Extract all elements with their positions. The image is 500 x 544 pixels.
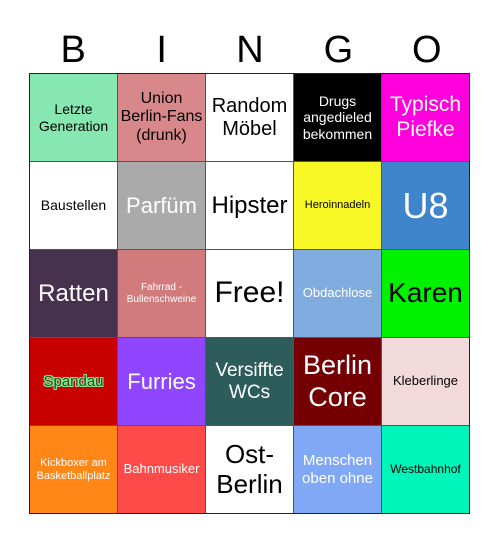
header-letter-g: G [323, 29, 354, 71]
bingo-cell-label: Random Möbel [211, 94, 288, 140]
bingo-grid: Letzte Generation Union Berlin-Fans (drun… [29, 73, 470, 514]
bingo-cell-label: Hipster [211, 191, 288, 219]
bingo-cell-label: Ratten [38, 279, 109, 307]
bingo-cell-label: Heroinnadeln [304, 199, 371, 212]
bingo-cell[interactable]: Westbahnhof [382, 426, 469, 513]
bingo-cell-label: Menschen oben ohne [302, 452, 373, 487]
bingo-cell-label: Kleberlinge [392, 373, 459, 389]
bingo-cell-label: Furries [127, 368, 196, 394]
header-letter-i: I [156, 29, 167, 71]
bingo-cell[interactable]: Spandau [30, 338, 117, 425]
bingo-cell-label: Parfüm [126, 192, 197, 218]
bingo-cell[interactable]: Bahnmusiker [118, 426, 205, 513]
bingo-cell-label: Free! [214, 276, 285, 310]
bingo-cell[interactable]: Obdachlose [294, 250, 381, 337]
bingo-cell[interactable]: Karen [382, 250, 469, 337]
bingo-cell-label: U8 [402, 184, 449, 226]
bingo-cell-label: Letzte Generation [38, 101, 109, 134]
bingo-cell-label: Drugs angedieled bekommen [302, 93, 373, 142]
bingo-cell-label: Berlin Core [302, 350, 373, 412]
bingo-cell-label: Karen [388, 277, 463, 309]
header-letter-n: N [236, 29, 264, 71]
bingo-cell-label: Bahnmusiker [123, 461, 200, 477]
bingo-cell[interactable]: Letzte Generation [30, 74, 117, 161]
header-letter-o: O [412, 29, 442, 71]
header-letter-b: B [60, 29, 86, 71]
bingo-header: B I N G O [29, 28, 471, 72]
bingo-cell[interactable]: Hipster [206, 162, 293, 249]
bingo-cell-label: Baustellen [40, 197, 107, 214]
bingo-cell[interactable]: Versiffte WCs [206, 338, 293, 425]
bingo-cell[interactable]: Baustellen [30, 162, 117, 249]
bingo-cell[interactable]: U8 [382, 162, 469, 249]
bingo-cell[interactable]: Ost-Berlin [206, 426, 293, 513]
bingo-cell-label: Spandau [43, 372, 104, 390]
bingo-cell[interactable]: Drugs angedieled bekommen [294, 74, 381, 161]
bingo-cell[interactable]: Random Möbel [206, 74, 293, 161]
bingo-cell-label: Kickboxer am Basketballplatz [36, 456, 111, 482]
bingo-cell-label: Union Berlin-Fans (drunk) [120, 89, 203, 144]
bingo-cell-label: Ost-Berlin [216, 438, 283, 499]
bingo-cell[interactable]: Heroinnadeln [294, 162, 381, 249]
bingo-cell[interactable]: Parfüm [118, 162, 205, 249]
bingo-cell[interactable]: Ratten [30, 250, 117, 337]
bingo-cell[interactable]: Kickboxer am Basketballplatz [30, 426, 117, 513]
bingo-cell-label: Westbahnhof [390, 461, 461, 476]
bingo-cell[interactable]: Menschen oben ohne [294, 426, 381, 513]
bingo-cell-label: Versiffte WCs [215, 359, 284, 403]
bingo-cell[interactable]: Union Berlin-Fans (drunk) [118, 74, 205, 161]
bingo-cell[interactable]: Furries [118, 338, 205, 425]
bingo-cell[interactable]: Typisch Piefke [382, 74, 469, 161]
bingo-cell[interactable]: Berlin Core [294, 338, 381, 425]
bingo-cell-label: Typisch Piefke [389, 93, 462, 141]
bingo-cell[interactable]: Free! [206, 250, 293, 337]
bingo-cell-label: Fahrrad - Bullenschweine [126, 282, 197, 305]
bingo-cell[interactable]: Fahrrad - Bullenschweine [118, 250, 205, 337]
bingo-cell[interactable]: Kleberlinge [382, 338, 469, 425]
bingo-cell-label: Obdachlose [302, 285, 373, 301]
